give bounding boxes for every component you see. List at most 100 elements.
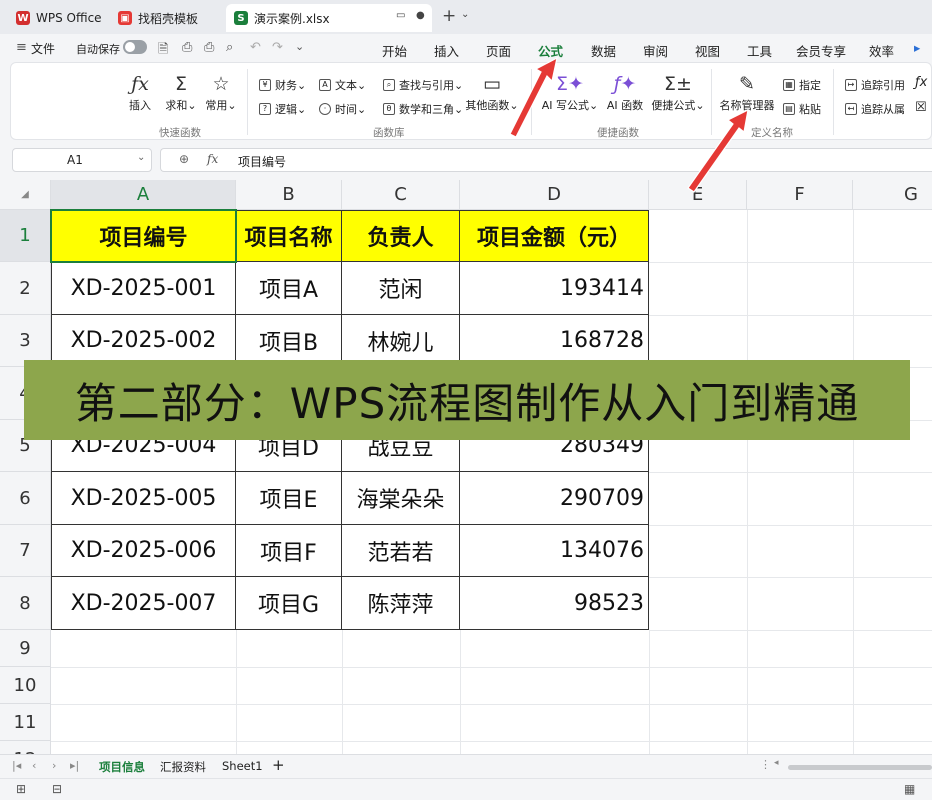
preview-icon[interactable]: ⌕ xyxy=(226,40,233,55)
table-cell[interactable]: 项目F xyxy=(236,525,342,577)
redo-icon[interactable]: ↷ xyxy=(272,40,283,55)
column-header-a[interactable]: A xyxy=(51,180,236,210)
prev-sheet-icon[interactable]: ‹ xyxy=(32,759,36,772)
tab-member[interactable]: 会员专享 xyxy=(796,41,846,60)
layout-icon[interactable]: ▦ xyxy=(904,782,915,796)
autosave-toggle[interactable] xyxy=(123,40,147,54)
table-cell[interactable]: 193414 xyxy=(460,262,649,315)
tab-data[interactable]: 数据 xyxy=(591,41,616,60)
table-cell[interactable]: 陈萍萍 xyxy=(342,577,460,630)
column-header-e[interactable]: E xyxy=(649,180,747,210)
row-header-6[interactable]: 6 xyxy=(0,472,51,525)
more-icon[interactable]: ▸ xyxy=(914,40,920,55)
trace-dependents-button[interactable]: ↤ 追踪从属 xyxy=(845,101,905,117)
table-cell[interactable]: XD-2025-006 xyxy=(52,525,236,577)
dot-icon[interactable]: ● xyxy=(416,10,425,21)
fx-icon[interactable]: ƒx xyxy=(915,75,927,90)
table-cell[interactable]: 134076 xyxy=(460,525,649,577)
header-cell-project-id[interactable]: 项目编号 xyxy=(52,211,236,262)
zoom-icon[interactable]: ⊕ xyxy=(179,152,189,166)
table-cell[interactable]: 290709 xyxy=(460,472,649,525)
tab-wps-office[interactable]: W WPS Office xyxy=(8,4,108,32)
math-button[interactable]: θ 数学和三角 ⌄ xyxy=(383,101,463,117)
table-cell[interactable]: 项目A xyxy=(236,262,342,315)
easy-formula-button[interactable]: Σ± 便捷公式⌄ xyxy=(649,71,707,113)
tab-formula[interactable]: 公式 xyxy=(538,41,564,65)
common-function-button[interactable]: ☆ 常用⌄ xyxy=(199,71,243,113)
column-header-f[interactable]: F xyxy=(747,180,853,210)
table-cell[interactable]: 98523 xyxy=(460,577,649,630)
table-cell[interactable]: 项目G xyxy=(236,577,342,630)
chevron-down-icon[interactable]: ⌄ xyxy=(295,40,304,53)
sheet-tab-project-info[interactable]: 项目信息 xyxy=(95,759,149,780)
table-cell[interactable]: 海棠朵朵 xyxy=(342,472,460,525)
undo-icon[interactable]: ↶ xyxy=(250,40,261,55)
column-header-d[interactable]: D xyxy=(460,180,649,210)
specify-button[interactable]: ▦ 指定 xyxy=(783,77,821,93)
monitor-icon[interactable]: ▭ xyxy=(396,10,405,21)
select-all-corner[interactable]: ◢ xyxy=(0,180,51,210)
macro-icon[interactable]: ⊟ xyxy=(52,782,62,796)
formula-bar[interactable]: ⊕ fx 项目编号 xyxy=(160,148,932,172)
finance-button[interactable]: ¥ 财务 ⌄ xyxy=(259,77,306,93)
insert-function-button[interactable]: ƒx 插入 xyxy=(118,71,162,113)
row-header-12[interactable]: 12 xyxy=(0,741,51,754)
file-menu[interactable]: 文件 xyxy=(31,40,55,57)
chevron-down-icon[interactable]: ⌄ xyxy=(461,9,469,20)
print-icon[interactable]: ⎙ xyxy=(204,40,214,55)
tab-review[interactable]: 审阅 xyxy=(643,41,668,60)
header-cell-amount[interactable]: 项目金额（元） xyxy=(460,211,649,262)
row-header-2[interactable]: 2 xyxy=(0,262,51,315)
sheet-tab-sheet1[interactable]: Sheet1 xyxy=(222,759,263,773)
tab-insert[interactable]: 插入 xyxy=(434,41,459,60)
add-sheet-button[interactable]: + xyxy=(272,756,285,774)
scroll-left-icon[interactable]: ◂ xyxy=(774,758,779,768)
fx-icon[interactable]: fx xyxy=(207,152,218,166)
trace-precedents-button[interactable]: ↦ 追踪引用 xyxy=(845,77,905,93)
row-header-1[interactable]: 1 xyxy=(0,210,51,262)
row-header-8[interactable]: 8 xyxy=(0,577,51,630)
tab-efficiency[interactable]: 效率 xyxy=(869,41,894,60)
first-sheet-icon[interactable]: |◂ xyxy=(12,759,21,772)
ai-write-formula-button[interactable]: Σ✦ AI 写公式⌄ xyxy=(541,71,599,113)
tab-template[interactable]: ▣ 找稻壳模板 xyxy=(110,4,220,32)
row-header-7[interactable]: 7 xyxy=(0,525,51,577)
save-icon[interactable]: 🗎 xyxy=(158,40,168,62)
table-cell[interactable]: XD-2025-005 xyxy=(52,472,236,525)
name-manager-button[interactable]: ✎ 名称管理器 xyxy=(715,71,779,113)
table-cell[interactable]: 范闲 xyxy=(342,262,460,315)
horizontal-scrollbar[interactable] xyxy=(788,765,932,770)
time-button[interactable]: · 时间 ⌄ xyxy=(319,101,366,117)
tab-view[interactable]: 视图 xyxy=(695,41,720,60)
formula-content[interactable]: 项目编号 xyxy=(238,153,286,170)
name-box[interactable]: A1 ⌄ xyxy=(12,148,152,172)
column-header-g[interactable]: G xyxy=(853,180,932,210)
row-header-10[interactable]: 10 xyxy=(0,667,51,704)
row-header-11[interactable]: 11 xyxy=(0,704,51,741)
tab-tools[interactable]: 工具 xyxy=(747,41,772,60)
ai-function-button[interactable]: ƒ✦ AI 函数 xyxy=(601,71,649,113)
export-icon[interactable]: ⎙ xyxy=(182,40,192,55)
table-cell[interactable]: 范若若 xyxy=(342,525,460,577)
error-check-icon[interactable]: ☒ xyxy=(915,100,927,115)
paste-name-button[interactable]: ▤ 粘贴 xyxy=(783,101,821,117)
chevron-down-icon[interactable]: ⌄ xyxy=(137,152,145,163)
logic-button[interactable]: ? 逻辑 ⌄ xyxy=(259,101,306,117)
lookup-button[interactable]: ⌕ 查找与引用 ⌄ xyxy=(383,77,463,93)
tab-home[interactable]: 开始 xyxy=(382,41,407,60)
table-cell[interactable]: 项目E xyxy=(236,472,342,525)
header-cell-project-name[interactable]: 项目名称 xyxy=(236,211,342,262)
text-button[interactable]: A 文本 ⌄ xyxy=(319,77,366,93)
other-functions-button[interactable]: ▭ 其他函数⌄ xyxy=(465,71,519,113)
tab-file[interactable]: S 演示案例.xlsx ▭ ● xyxy=(226,4,432,32)
table-cell[interactable]: XD-2025-001 xyxy=(52,262,236,315)
row-header-9[interactable]: 9 xyxy=(0,630,51,667)
column-header-c[interactable]: C xyxy=(342,180,460,210)
next-sheet-icon[interactable]: › xyxy=(52,759,56,772)
add-tab-button[interactable]: + xyxy=(442,6,456,26)
tab-page[interactable]: 页面 xyxy=(486,41,511,60)
sheet-tab-report[interactable]: 汇报资料 xyxy=(160,759,206,775)
table-icon[interactable]: ⊞ xyxy=(16,782,26,796)
scroll-handle-icon[interactable]: ⋮ xyxy=(760,758,771,771)
header-cell-owner[interactable]: 负责人 xyxy=(342,211,460,262)
